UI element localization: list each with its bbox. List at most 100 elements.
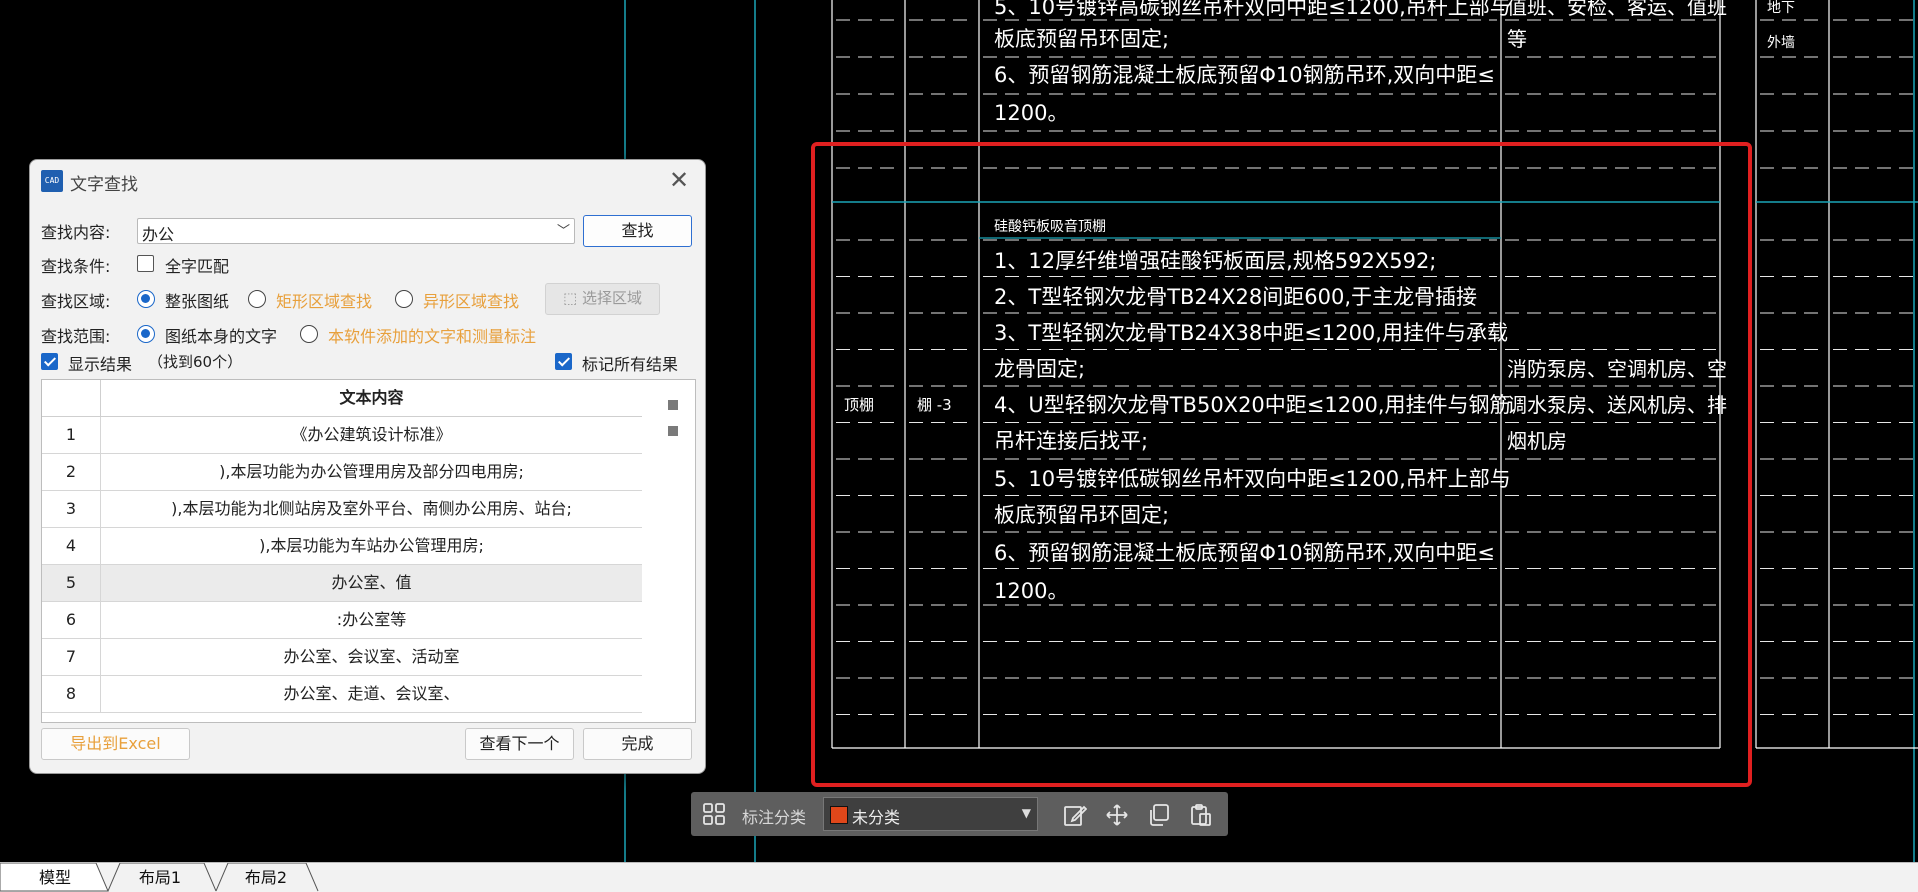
- row-number: 3: [42, 491, 101, 527]
- table-row[interactable]: 4 ),本层功能为车站办公管理用房;: [42, 528, 642, 565]
- chevron-down-icon[interactable]: ﹀: [557, 220, 570, 239]
- category-value: 未分类: [852, 808, 901, 827]
- top-item5-line1: 5、10号镀锌高碳钢丝吊杆双向中距≤1200,吊杆上部与: [994, 0, 1511, 19]
- top-col4-line2: 等: [1507, 27, 1527, 51]
- annotation-toolbar: 标注分类 未分类 ▼: [691, 792, 1228, 836]
- table-row[interactable]: 6 :办公室等: [42, 602, 642, 639]
- row-number: 4: [42, 528, 101, 564]
- scroll-up-icon[interactable]: [668, 400, 678, 410]
- dialog-titlebar[interactable]: CAD 文字查找 ✕: [30, 160, 705, 202]
- row-line-5: 4、U型轻钢次龙骨TB50X20中距≤1200,用挂件与钢筋: [994, 393, 1511, 417]
- mark-all-label: 标记所有结果: [582, 355, 679, 374]
- row-col2: 棚 -3: [917, 396, 952, 414]
- table-row-selected[interactable]: 5 办公室、值: [42, 565, 642, 602]
- row-number: 1: [42, 417, 101, 453]
- row-text: ),本层功能为北侧站房及室外平台、南侧办公用房、站台;: [171, 499, 572, 518]
- tab-model[interactable]: 模型: [20, 863, 90, 892]
- row-line-1: 1、12厚纤维增强硅酸钙板面层,规格592X592;: [994, 249, 1436, 273]
- whole-word-label: 全字匹配: [165, 257, 230, 276]
- table-row[interactable]: 1 《办公建筑设计标准》: [42, 417, 642, 454]
- search-input[interactable]: 办公 ﹀: [137, 218, 575, 244]
- next-result-button[interactable]: 查看下一个: [465, 728, 574, 760]
- app-logo-icon: CAD: [41, 170, 63, 192]
- edit-icon[interactable]: [1063, 803, 1087, 827]
- row-line-2: 2、T型轻钢次龙骨TB24X28间距600,于主龙骨插接: [994, 285, 1477, 309]
- category-select[interactable]: 未分类 ▼: [823, 797, 1038, 831]
- category-label: 标注分类: [742, 808, 807, 827]
- paste-icon[interactable]: [1189, 803, 1213, 827]
- copy-icon[interactable]: [1147, 803, 1171, 827]
- area-option-whole: 整张图纸: [165, 292, 230, 311]
- chevron-down-icon[interactable]: ▼: [1022, 806, 1031, 820]
- row-number: 6: [42, 602, 101, 638]
- row-line-9: 6、预留钢筋混凝土板底预留Φ10钢筋吊环,双向中距≤: [994, 541, 1495, 565]
- row-line-10: 1200。: [994, 579, 1068, 603]
- row-title: 硅酸钙板吸音顶棚: [994, 218, 1106, 235]
- close-icon[interactable]: ✕: [665, 166, 693, 194]
- scope-label: 查找范围:: [41, 327, 111, 346]
- row-line-6: 吊杆连接后找平;: [994, 429, 1148, 453]
- top-col4-line1: 值班、安检、客运、值班: [1507, 0, 1727, 19]
- row-col4-line3: 烟机房: [1507, 429, 1567, 453]
- row-text: 办公室、值: [331, 573, 412, 592]
- row-text: 办公室、走道、会议室、: [283, 684, 460, 703]
- row-text: ),本层功能为车站办公管理用房;: [259, 536, 484, 555]
- table-row[interactable]: 2 ),本层功能为办公管理用房及部分四电用房;: [42, 454, 642, 491]
- show-results-label: 显示结果: [68, 355, 133, 374]
- header-text: 文本内容: [339, 388, 404, 407]
- scope-option-added: 本软件添加的文字和测量标注: [328, 327, 537, 346]
- area-radio-whole[interactable]: [137, 290, 155, 308]
- area-label: 查找区域:: [41, 292, 111, 311]
- select-area-button[interactable]: ⬚ 选择区域: [545, 283, 660, 315]
- layout-tabbar: 模型 布局1 布局2: [0, 862, 1918, 892]
- top-item6-line1: 6、预留钢筋混凝土板底预留Φ10钢筋吊环,双向中距≤: [994, 63, 1495, 87]
- area-option-rect: 矩形区域查找: [276, 292, 373, 311]
- done-button[interactable]: 完成: [583, 728, 692, 760]
- tab-layout1[interactable]: 布局1: [125, 863, 195, 892]
- select-area-icon: ⬚: [563, 289, 578, 307]
- drawing-text: 5、10号镀锌高碳钢丝吊杆双向中距≤1200,吊杆上部与 板底预留吊环固定; 6…: [844, 0, 1795, 603]
- area-radio-rect[interactable]: [248, 290, 266, 308]
- table-row[interactable]: 3 ),本层功能为北侧站房及室外平台、南侧办公用房、站台;: [42, 491, 642, 528]
- table-row[interactable]: 8 办公室、走道、会议室、: [42, 676, 642, 713]
- table-row[interactable]: 7 办公室、会议室、活动室: [42, 639, 642, 676]
- results-scrollbar[interactable]: [668, 400, 678, 460]
- row-text: :办公室等: [336, 610, 407, 629]
- move-icon[interactable]: [1105, 803, 1129, 827]
- row-line-3: 3、T型轻钢次龙骨TB24X38中距≤1200,用挂件与承载: [994, 321, 1508, 345]
- found-count: （找到60个）: [148, 353, 243, 371]
- whole-word-checkbox[interactable]: [137, 255, 154, 272]
- scroll-thumb[interactable]: [668, 426, 678, 436]
- row-text: 办公室、会议室、活动室: [283, 647, 460, 666]
- row-number: 7: [42, 639, 101, 675]
- header-num-cell: [42, 380, 101, 416]
- scope-radio-drawing[interactable]: [137, 325, 155, 343]
- search-label: 查找内容:: [41, 223, 111, 242]
- find-button[interactable]: 查找: [583, 215, 692, 247]
- search-input-value: 办公: [142, 225, 175, 244]
- row-line-7: 5、10号镀锌低碳钢丝吊杆双向中距≤1200,吊杆上部与: [994, 467, 1511, 491]
- scope-option-drawing: 图纸本身的文字: [165, 327, 278, 346]
- row-text: 《办公建筑设计标准》: [291, 425, 452, 444]
- row-text: ),本层功能为办公管理用房及部分四电用房;: [219, 462, 524, 481]
- tab-layout2[interactable]: 布局2: [231, 863, 301, 892]
- grid-icon[interactable]: [702, 802, 726, 826]
- top-item6-line2: 1200。: [994, 101, 1068, 125]
- top-item5-line2: 板底预留吊环固定;: [994, 27, 1169, 51]
- row-line-4: 龙骨固定;: [994, 357, 1085, 381]
- row-col4-line1: 消防泵房、空调机房、空: [1507, 357, 1727, 381]
- category-color-swatch: [830, 806, 848, 824]
- dialog-title: 文字查找: [70, 175, 138, 195]
- top-col5-line2: 外墙: [1767, 35, 1795, 51]
- scope-radio-added[interactable]: [300, 325, 318, 343]
- show-results-checkbox[interactable]: [41, 353, 58, 370]
- top-col5-line1: 地下: [1767, 0, 1795, 16]
- row-col4-line2: 调水泵房、送风机房、排: [1507, 393, 1727, 417]
- select-area-label: 选择区域: [581, 289, 642, 307]
- results-table: 文本内容 1 《办公建筑设计标准》 2),本层功能为办公管理用房及部分四电用房; …: [41, 379, 696, 723]
- export-excel-button[interactable]: 导出到Excel: [41, 728, 190, 760]
- mark-all-checkbox[interactable]: [555, 353, 572, 370]
- row-col1: 顶棚: [844, 396, 874, 414]
- area-radio-irregular[interactable]: [395, 290, 413, 308]
- row-number: 2: [42, 454, 101, 490]
